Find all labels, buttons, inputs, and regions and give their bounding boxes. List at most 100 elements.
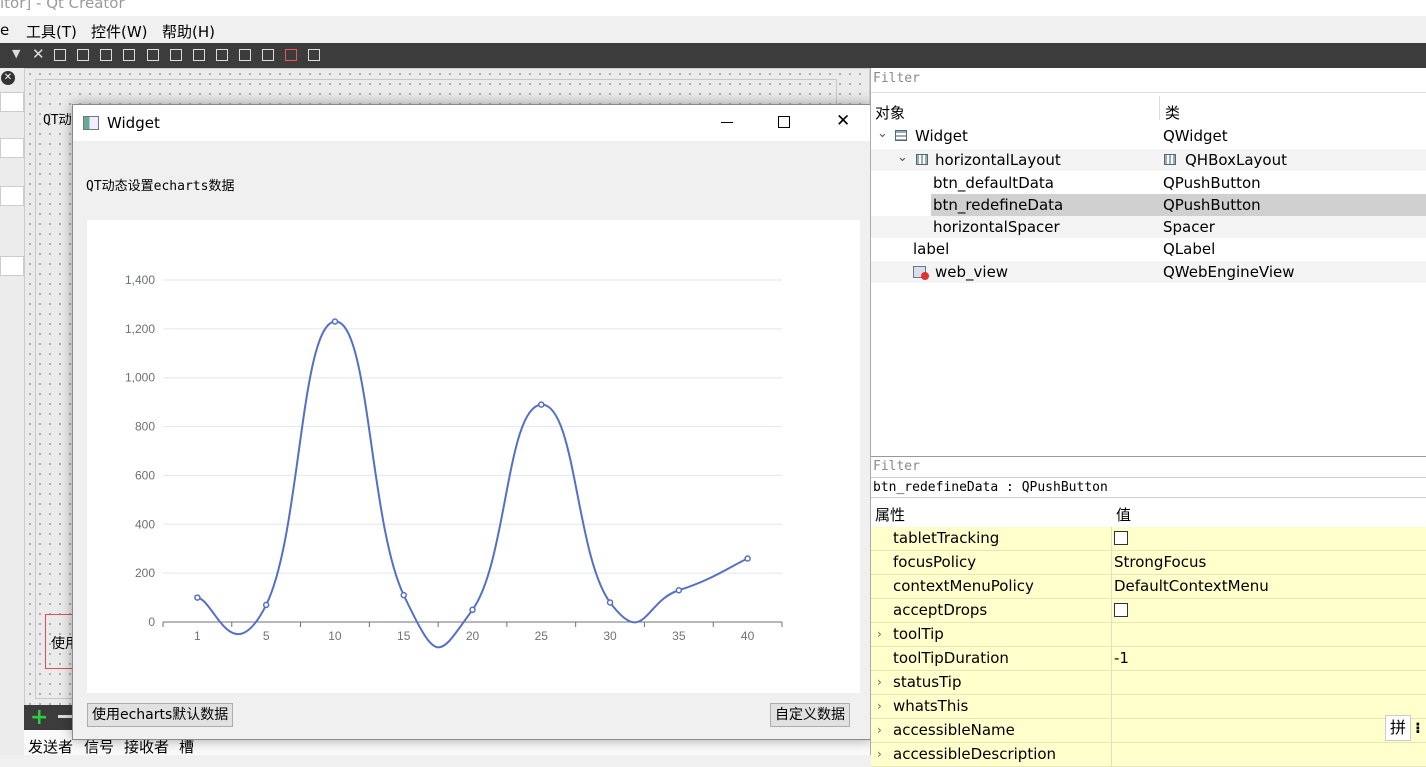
hbox-layout-icon: [916, 154, 928, 165]
echarts-line-chart[interactable]: 02004006008001,0001,2001,4001 5 10 15 20 25 30…: [87, 220, 860, 693]
ime-indicator[interactable]: 拼: [1385, 715, 1411, 741]
menu-bar: e 工具(T) 控件(W) 帮助(H): [0, 16, 1426, 43]
widget-preview-window[interactable]: Widget ✕ QT动态设置echarts数据 0 200 400 600 800 1,…: [72, 104, 872, 740]
menu-item-help[interactable]: 帮助(H): [162, 21, 215, 42]
col-property: 属性: [875, 506, 906, 524]
tree-row-name: web_view: [935, 263, 1009, 281]
chevron-right-icon[interactable]: ›: [877, 699, 882, 713]
property-editor: Filter btn_redefineData : QPushButton 属性…: [870, 456, 1426, 767]
add-icon[interactable]: +: [30, 705, 48, 730]
y-tick-label: 0: [148, 615, 155, 629]
layout-form-icon[interactable]: [239, 49, 251, 61]
prop-value[interactable]: -1: [1114, 649, 1129, 667]
x-tick-label: 20: [466, 629, 480, 643]
tree-row-horizontalspacer[interactable]: horizontalSpacer Spacer: [871, 216, 1426, 238]
prop-row-acceptdrops[interactable]: acceptDrops: [871, 599, 1426, 623]
btn-default-data[interactable]: 使用echarts默认数据: [87, 703, 234, 727]
prop-row-accessiblename[interactable]: › accessibleName: [871, 719, 1426, 743]
btn-redefine-data[interactable]: 自定义数据: [770, 703, 850, 727]
data-point: [331, 318, 339, 325]
prop-row-statustip[interactable]: › statusTip: [871, 671, 1426, 695]
web-view-chart[interactable]: 0 200 400 600 800 1,000 1,200 1,400 1 5 10 15 20 25 30…: [87, 220, 860, 693]
canvas-label-fragment: QT动: [43, 113, 72, 128]
y-tick-label: 1,000: [125, 371, 155, 385]
chevron-right-icon[interactable]: ›: [877, 627, 882, 641]
tree-row-label[interactable]: label QLabel: [871, 238, 1426, 260]
prop-row-tablettracking[interactable]: tabletTracking: [871, 527, 1426, 551]
tablettracking-checkbox[interactable]: [1114, 531, 1128, 545]
object-inspector: Filter 对象 类 ⌄ Widget QWidget ⌄ horizonta…: [870, 68, 1426, 456]
prop-row-tooltip[interactable]: › toolTip: [871, 623, 1426, 647]
remove-icon[interactable]: [58, 715, 72, 718]
y-tick-label: 800: [135, 420, 155, 434]
minimize-icon[interactable]: [721, 122, 733, 123]
prop-row-accessibledescription[interactable]: › accessibleDescription: [871, 743, 1426, 767]
edit-tab-order-icon[interactable]: [123, 49, 135, 61]
tree-row-name: horizontalSpacer: [933, 218, 1060, 236]
chevron-right-icon[interactable]: ›: [877, 747, 882, 761]
edit-buddies-icon[interactable]: [100, 49, 112, 61]
break-layout-icon[interactable]: [285, 49, 297, 61]
prop-value[interactable]: DefaultContextMenu: [1114, 577, 1269, 595]
chevron-down-icon[interactable]: ⌄: [897, 150, 908, 165]
tree-row-class: QWebEngineView: [1163, 263, 1295, 281]
close-window-icon[interactable]: ✕: [836, 111, 850, 131]
layout-splitter-v-icon[interactable]: [216, 49, 228, 61]
tree-row-class: QPushButton: [1163, 174, 1261, 192]
tree-row-widget[interactable]: ⌄ Widget QWidget: [871, 125, 1426, 147]
app-title: itor] - Qt Creator: [0, 0, 125, 12]
close-circle-icon[interactable]: ✕: [1, 71, 15, 85]
dropdown-arrow-icon[interactable]: ▼: [12, 47, 20, 60]
adjust-size-icon[interactable]: [308, 49, 320, 61]
layout-vertical-icon[interactable]: [170, 49, 182, 61]
widget-label: QT动态设置echarts数据: [86, 179, 235, 194]
col-sender: 发送者: [28, 738, 74, 756]
object-filter-input[interactable]: Filter: [873, 71, 920, 86]
prop-row-whatsthis[interactable]: › whatsThis: [871, 695, 1426, 719]
prop-row-tooltipduration[interactable]: toolTipDuration -1: [871, 647, 1426, 671]
close-icon[interactable]: ✕: [32, 45, 45, 63]
y-tick-label: 1,400: [125, 273, 155, 287]
layout-grid-icon[interactable]: [262, 49, 274, 61]
menu-item-tools[interactable]: 工具(T): [26, 21, 77, 42]
property-filter-input[interactable]: Filter: [873, 459, 920, 474]
window-title-bar[interactable]: Widget ✕: [73, 105, 871, 141]
x-tick-label: 25: [535, 629, 549, 643]
x-tick-label: 5: [263, 629, 270, 643]
col-object: 对象: [875, 104, 906, 122]
tree-row-class: Spacer: [1163, 218, 1215, 236]
data-point: [675, 586, 683, 594]
layout-splitter-h-icon[interactable]: [193, 49, 205, 61]
tree-row-horizontallayout[interactable]: ⌄ horizontalLayout QHBoxLayout: [871, 149, 1426, 171]
menu-item-widgets[interactable]: 控件(W): [91, 21, 148, 42]
chevron-down-icon[interactable]: ⌄: [877, 126, 888, 141]
app-title-bar: itor] - Qt Creator: [0, 0, 1426, 16]
data-point: [606, 599, 614, 606]
selected-object-label: btn_redefineData : QPushButton: [873, 480, 1108, 495]
widget-icon: [895, 130, 907, 141]
data-point: [262, 601, 270, 609]
menu-item-file-fragment[interactable]: e: [0, 21, 9, 39]
prop-value[interactable]: StrongFocus: [1114, 553, 1206, 571]
tree-row-class: QLabel: [1163, 240, 1216, 258]
prop-row-contextmenupolicy[interactable]: contextMenuPolicy DefaultContextMenu: [871, 575, 1426, 599]
x-tick-label: 1: [194, 629, 201, 643]
data-point: [744, 555, 751, 562]
tree-row-class: QHBoxLayout: [1185, 151, 1287, 169]
edit-widgets-icon[interactable]: [54, 49, 66, 61]
tree-row-btn-redefinedata[interactable]: btn_redefineData QPushButton: [931, 194, 1426, 216]
chevron-right-icon[interactable]: ›: [877, 723, 882, 737]
tree-row-btn-defaultdata[interactable]: btn_defaultData QPushButton: [871, 172, 1426, 194]
prop-name: toolTipDuration: [893, 649, 1009, 667]
acceptdrops-checkbox[interactable]: [1114, 603, 1128, 617]
edit-signals-icon[interactable]: [77, 49, 89, 61]
maximize-icon[interactable]: [778, 116, 790, 128]
tree-row-web-view[interactable]: web_view QWebEngineView: [871, 261, 1426, 283]
prop-row-focuspolicy[interactable]: focusPolicy StrongFocus: [871, 551, 1426, 575]
chevron-right-icon[interactable]: ›: [877, 675, 882, 689]
layout-horizontal-icon[interactable]: [147, 49, 159, 61]
prop-name: whatsThis: [893, 697, 969, 715]
tree-row-name: Widget: [915, 127, 968, 145]
ime-extra-icon: ⁝: [1415, 719, 1421, 737]
y-tick-label: 400: [135, 517, 155, 531]
